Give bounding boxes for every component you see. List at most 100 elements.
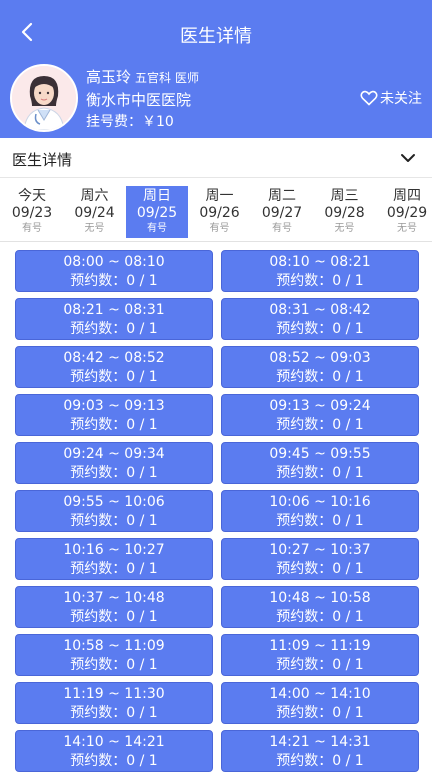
time-slot-button[interactable]: 09:13 ~ 09:24 预约数：0 / 1 [221, 394, 419, 436]
time-slot-button[interactable]: 09:03 ~ 09:13 预约数：0 / 1 [15, 394, 213, 436]
time-slot-count: 预约数：0 / 1 [276, 657, 364, 673]
doctor-name: 高玉玲 [86, 68, 132, 86]
time-slot-button[interactable]: 09:24 ~ 09:34 预约数：0 / 1 [15, 442, 213, 484]
time-slot-grid: 08:00 ~ 08:10 预约数：0 / 1 08:10 ~ 08:21 预约数：0… [0, 250, 432, 772]
time-slot-count: 预约数：0 / 1 [276, 369, 364, 385]
divider [0, 241, 432, 242]
date-tab-weekday: 周四 [393, 188, 421, 204]
date-tab[interactable]: 今天 09/23 有号 [1, 186, 63, 238]
time-slot-button[interactable]: 10:37 ~ 10:48 预约数：0 / 1 [15, 586, 213, 628]
time-slot-count: 预约数：0 / 1 [70, 705, 158, 721]
time-slot-button[interactable]: 09:55 ~ 10:06 预约数：0 / 1 [15, 490, 213, 532]
time-slot-button[interactable]: 14:10 ~ 14:21 预约数：0 / 1 [15, 730, 213, 772]
time-slot-range: 08:10 ~ 08:21 [269, 254, 371, 270]
time-slot-range: 08:31 ~ 08:42 [269, 302, 371, 318]
date-tab-date: 09/26 [199, 205, 240, 221]
time-slot-count: 预约数：0 / 1 [70, 417, 158, 433]
time-slot-count: 预约数：0 / 1 [276, 705, 364, 721]
time-slot-count: 预约数：0 / 1 [276, 465, 364, 481]
time-slot-range: 09:55 ~ 10:06 [63, 494, 165, 510]
follow-button[interactable]: 未关注 [360, 88, 422, 108]
time-slot-count: 预约数：0 / 1 [276, 513, 364, 529]
time-slot-range: 14:21 ~ 14:31 [269, 734, 371, 750]
doctor-avatar [10, 64, 78, 132]
date-selector: 今天 09/23 有号 周六 09/24 无号 周日 09/25 有号 周一 09/26 有号 周二 09… [0, 186, 432, 238]
time-slot-count: 预约数：0 / 1 [276, 753, 364, 769]
date-tab-weekday: 今天 [18, 188, 46, 204]
time-slot-button[interactable]: 11:19 ~ 11:30 预约数：0 / 1 [15, 682, 213, 724]
time-slot-button[interactable]: 10:27 ~ 10:37 预约数：0 / 1 [221, 538, 419, 580]
time-slot-range: 08:21 ~ 08:31 [63, 302, 165, 318]
heart-icon [360, 90, 378, 106]
date-tab[interactable]: 周三 09/28 无号 [314, 186, 376, 238]
date-tab[interactable]: 周六 09/24 无号 [64, 186, 126, 238]
time-slot-button[interactable]: 08:10 ~ 08:21 预约数：0 / 1 [221, 250, 419, 292]
time-slot-button[interactable]: 08:31 ~ 08:42 预约数：0 / 1 [221, 298, 419, 340]
date-tab-weekday: 周六 [80, 188, 109, 204]
page-title: 医生详情 [180, 26, 252, 47]
time-slot-button[interactable]: 11:09 ~ 11:19 预约数：0 / 1 [221, 634, 419, 676]
time-slot-button[interactable]: 10:16 ~ 10:27 预约数：0 / 1 [15, 538, 213, 580]
doctor-title: 医师 [175, 71, 200, 85]
time-slot-button[interactable]: 08:42 ~ 08:52 预约数：0 / 1 [15, 346, 213, 388]
doctor-dept: 五官科 [135, 71, 172, 85]
doctor-hospital: 衡水市中医医院 [86, 91, 192, 109]
time-slot-button[interactable]: 09:45 ~ 09:55 预约数：0 / 1 [221, 442, 419, 484]
date-tab-weekday: 周一 [205, 188, 234, 204]
date-tab-date: 09/29 [386, 205, 428, 221]
time-slot-range: 10:06 ~ 10:16 [269, 494, 371, 510]
time-slot-button[interactable]: 10:06 ~ 10:16 预约数：0 / 1 [221, 490, 419, 532]
doctor-name-line: 高玉玲 五官科 医师 [86, 66, 199, 87]
time-slot-count: 预约数：0 / 1 [70, 273, 158, 289]
time-slot-button[interactable]: 10:48 ~ 10:58 预约数：0 / 1 [221, 586, 419, 628]
time-slot-button[interactable]: 08:00 ~ 08:10 预约数：0 / 1 [15, 250, 213, 292]
date-tab-date: 09/27 [261, 205, 303, 221]
date-tab-status: 有号 [22, 223, 42, 234]
time-slot-count: 预约数：0 / 1 [70, 561, 158, 577]
time-slot-button[interactable]: 14:21 ~ 14:31 预约数：0 / 1 [221, 730, 419, 772]
time-slot-range: 08:42 ~ 08:52 [63, 350, 165, 366]
time-slot-count: 预约数：0 / 1 [70, 609, 158, 625]
time-slot-count: 预约数：0 / 1 [276, 609, 364, 625]
time-slot-count: 预约数：0 / 1 [276, 561, 364, 577]
time-slot-count: 预约数：0 / 1 [70, 369, 158, 385]
date-tab-status: 有号 [209, 223, 230, 234]
time-slot-range: 11:19 ~ 11:30 [63, 686, 165, 702]
doctor-detail-toggle[interactable]: 医生详情 [0, 138, 432, 178]
time-slot-count: 预约数：0 / 1 [276, 417, 364, 433]
time-slot-count: 预约数：0 / 1 [276, 321, 364, 337]
doctor-detail-label: 医生详情 [12, 151, 73, 169]
time-slot-button[interactable]: 08:21 ~ 08:31 预约数：0 / 1 [15, 298, 213, 340]
date-tab-weekday: 周二 [268, 188, 296, 204]
date-tab[interactable]: 周一 09/26 有号 [189, 186, 251, 238]
time-slot-count: 预约数：0 / 1 [70, 465, 158, 481]
date-tab[interactable]: 周二 09/27 有号 [251, 186, 313, 238]
time-slot-range: 09:45 ~ 09:55 [269, 446, 371, 462]
time-slot-range: 14:10 ~ 14:21 [63, 734, 165, 750]
date-tab[interactable]: 周四 09/29 无号 [376, 186, 432, 238]
time-slot-range: 10:16 ~ 10:27 [63, 542, 165, 558]
date-tab-status: 有号 [272, 223, 292, 234]
date-tab-status: 无号 [397, 223, 417, 234]
time-slot-button[interactable]: 10:58 ~ 11:09 预约数：0 / 1 [15, 634, 213, 676]
date-tab-date: 09/24 [74, 205, 115, 221]
date-tab[interactable]: 周日 09/25 有号 [126, 186, 188, 238]
doctor-fee: 挂号费：￥10 [86, 114, 174, 130]
date-tab-weekday: 周日 [143, 188, 171, 204]
time-slot-count: 预约数：0 / 1 [276, 273, 364, 289]
time-slot-range: 09:13 ~ 09:24 [269, 398, 371, 414]
date-tab-date: 09/23 [11, 205, 53, 221]
time-slot-button[interactable]: 14:00 ~ 14:10 预约数：0 / 1 [221, 682, 419, 724]
date-tab-status: 有号 [147, 223, 167, 234]
time-slot-range: 10:27 ~ 10:37 [269, 542, 371, 558]
time-slot-count: 预约数：0 / 1 [70, 657, 158, 673]
time-slot-range: 09:24 ~ 09:34 [63, 446, 165, 462]
time-slot-range: 11:09 ~ 11:19 [269, 638, 371, 654]
time-slot-count: 预约数：0 / 1 [70, 753, 158, 769]
time-slot-button[interactable]: 08:52 ~ 09:03 预约数：0 / 1 [221, 346, 419, 388]
date-tab-weekday: 周三 [330, 188, 359, 204]
time-slot-range: 09:03 ~ 09:13 [63, 398, 165, 414]
time-slot-count: 预约数：0 / 1 [70, 513, 158, 529]
time-slot-range: 08:00 ~ 08:10 [63, 254, 165, 270]
doctor-avatar-illustration [12, 66, 76, 130]
